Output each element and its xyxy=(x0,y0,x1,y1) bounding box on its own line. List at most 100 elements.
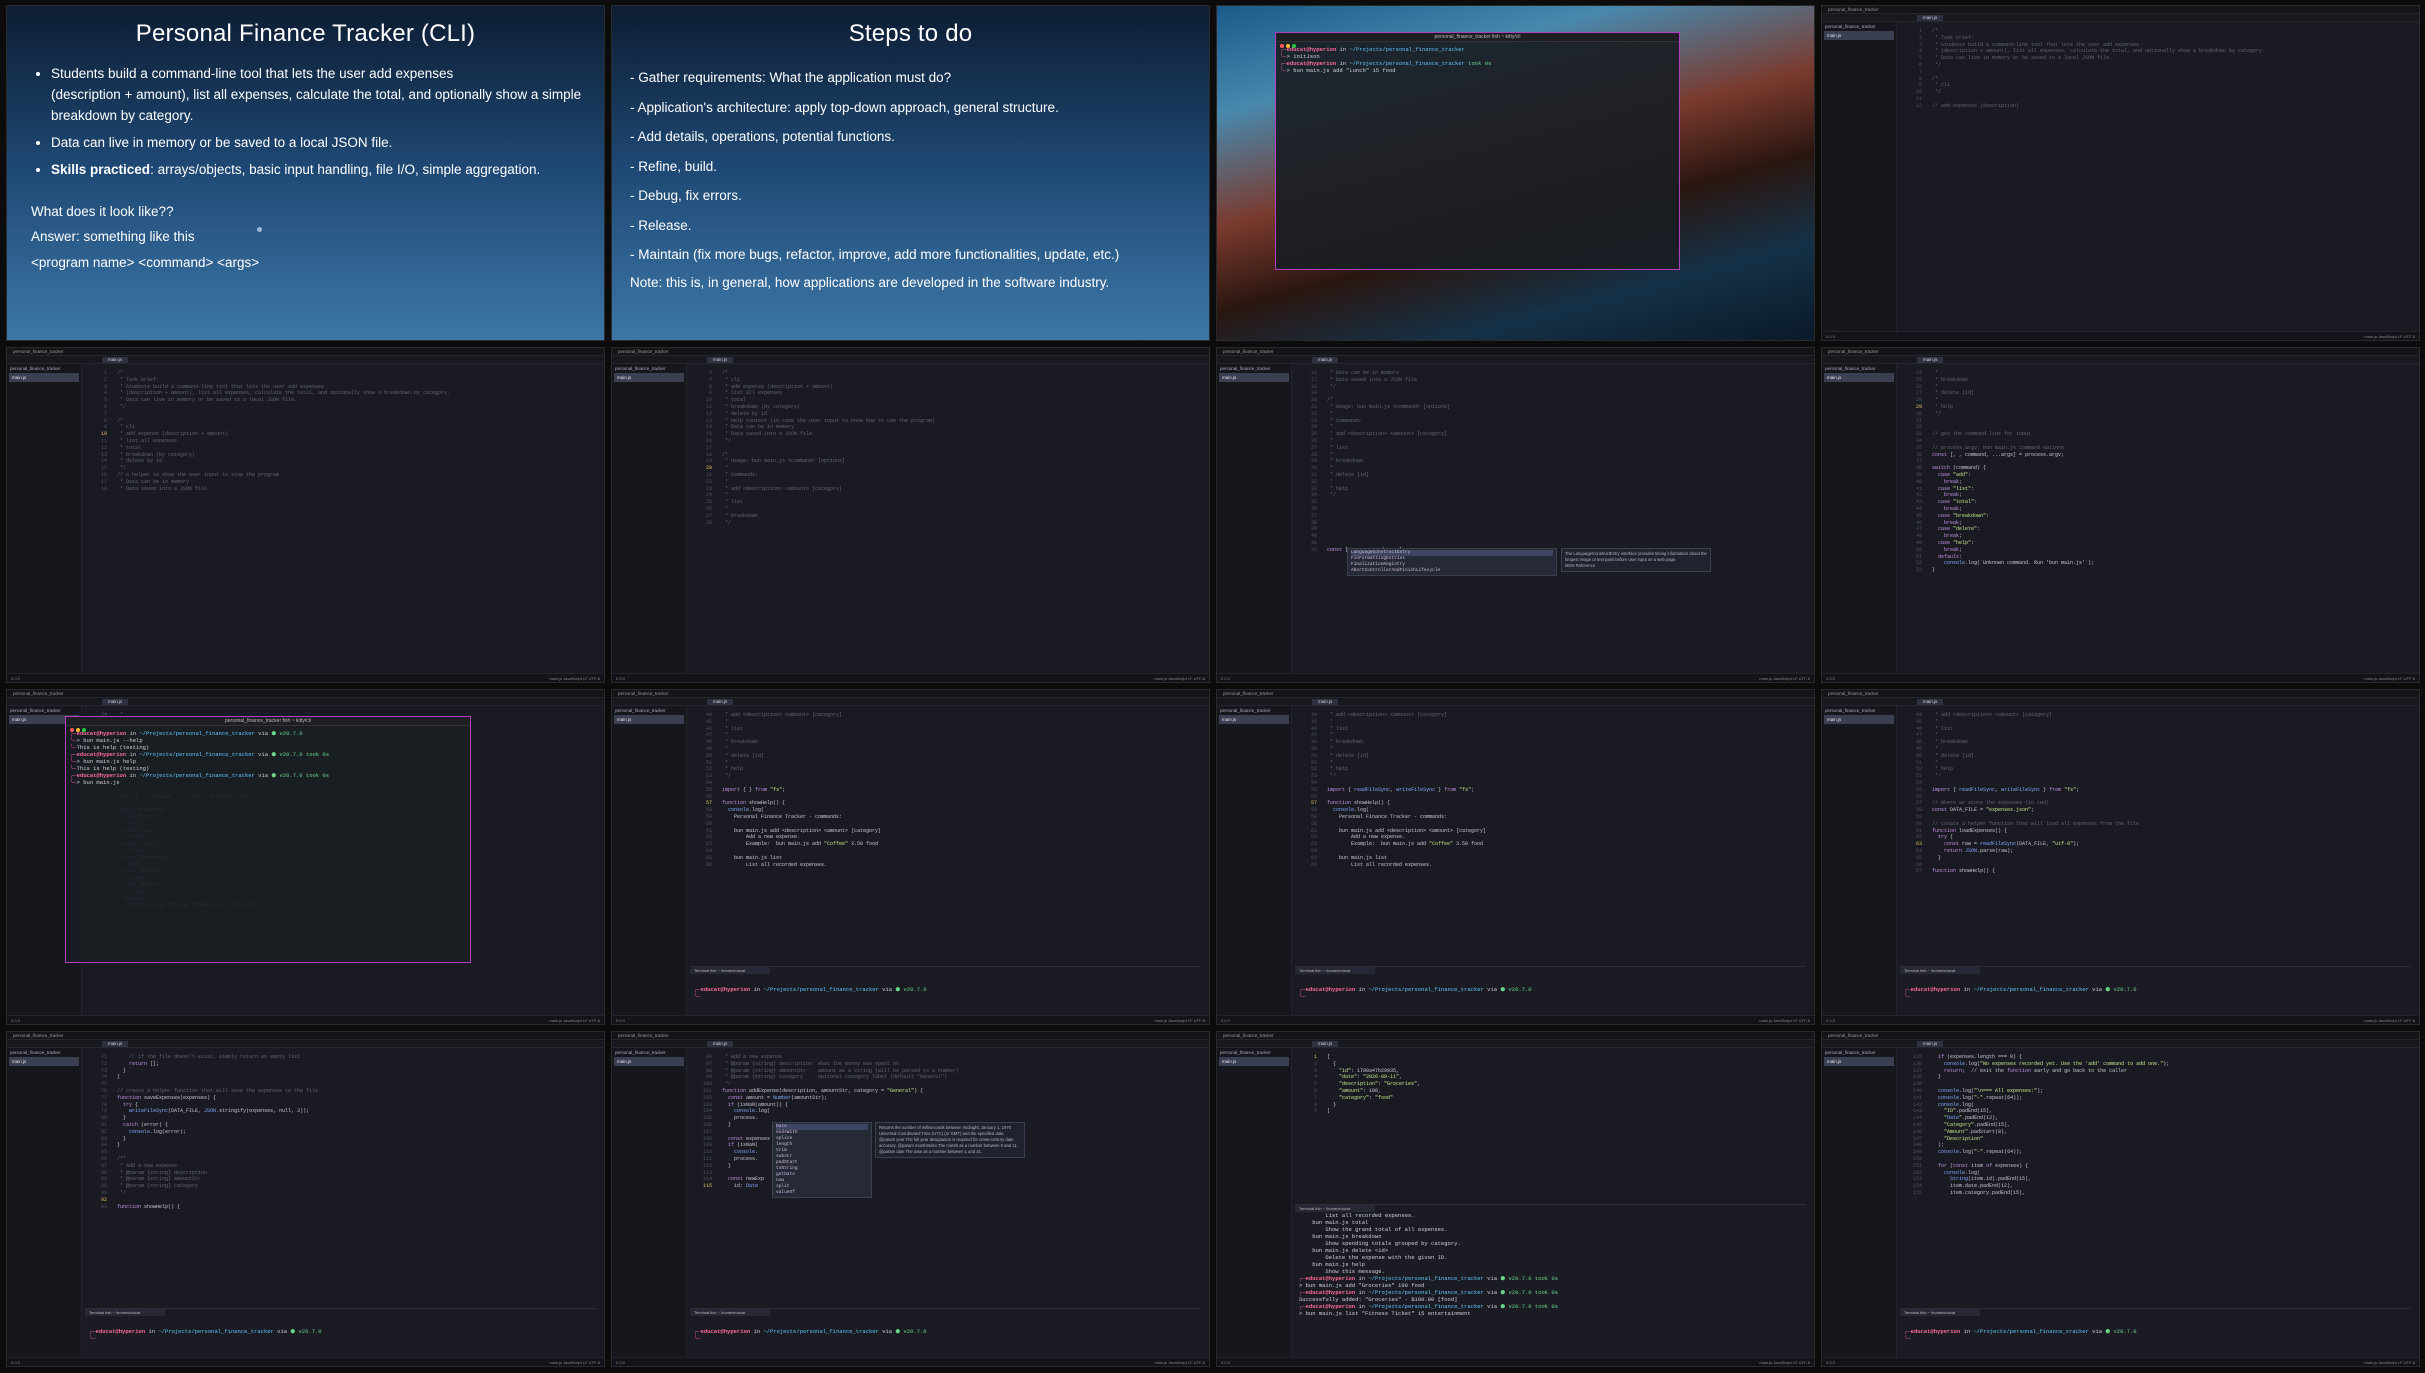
code-editor[interactable]: 96 * Add a new expense 97 * @param {stri… xyxy=(690,1054,1201,1304)
sidebar-file-main-js[interactable]: main.js xyxy=(1824,1057,1894,1066)
slide-question-block: What does it look like?? Answer: somethi… xyxy=(31,203,260,270)
sidebar-folder[interactable]: personal_finance_tracker xyxy=(1822,706,1896,715)
project-sidebar: personal_finance_tracker main.js xyxy=(7,1048,82,1357)
sidebar-file-main-js[interactable]: main.js xyxy=(614,715,684,724)
project-sidebar: personal_finance_tracker main.js xyxy=(612,706,687,1015)
slide-bullets: Students build a command-line tool that … xyxy=(51,64,588,181)
sidebar-folder[interactable]: personal_finance_tracker xyxy=(612,1048,686,1057)
close-icon[interactable] xyxy=(1280,44,1284,48)
sidebar-file-main-js[interactable]: main.js xyxy=(614,1057,684,1066)
maximize-icon[interactable] xyxy=(1292,44,1296,48)
code-editor[interactable]: 44 * add <description> <amount> [categor… xyxy=(1295,712,1806,962)
editor-statusbar: 0 0 0 main.js JavaScript LF UTF-8 xyxy=(1822,673,2419,682)
code-editor[interactable]: 135 if (expenses.length === 0) { 136 con… xyxy=(1900,1054,2411,1304)
tab-main-js[interactable]: main.js xyxy=(1917,15,1944,21)
code-editor[interactable]: 1/* 2 * Task brief: 3 * Students build a… xyxy=(85,370,596,670)
tab-main-js[interactable]: main.js xyxy=(102,357,129,363)
code-editor[interactable]: 44 * add <description> <amount> [categor… xyxy=(690,712,1201,962)
terminal-window[interactable]: personal_finance_tracker fish ~ kitty/cl… xyxy=(65,716,471,963)
terminal-line: List all recorded expenses. xyxy=(1299,1212,1415,1219)
code-editor[interactable]: 16 * Data can be in memory 17 * Data sav… xyxy=(1295,370,1806,670)
minimize-icon[interactable] xyxy=(76,728,80,732)
editor-snippet-9: personal_finance_tracker main.js personal_… xyxy=(6,1031,605,1367)
window-controls[interactable] xyxy=(70,719,88,737)
sidebar-folder[interactable]: personal_finance_tracker xyxy=(1822,1048,1896,1057)
sidebar-file-main-js[interactable]: main.js xyxy=(9,1057,79,1066)
sidebar-file-main-js[interactable]: main.js xyxy=(1219,715,1289,724)
editor-tabbar: main.js xyxy=(7,1040,604,1048)
sidebar-folder[interactable]: personal_finance_tracker xyxy=(612,364,686,373)
editor-statusbar: 0 0 0 main.js JavaScript LF UTF-8 xyxy=(1217,1357,1814,1366)
terminal-tab[interactable]: Terminal fish ~ /home/educat xyxy=(1295,1205,1375,1212)
terminal-tab[interactable]: Terminal fish ~ /home/educat xyxy=(690,1309,770,1316)
terminal-titlebar[interactable]: personal_finance_tracker fish ~ kitty/cl… xyxy=(1276,33,1679,48)
code-editor[interactable]: 1/* 2 * Task brief: 3 * Students build a… xyxy=(1900,28,2411,328)
autocomplete-item[interactable]: AbortControllerAndFinishLifecycle xyxy=(1351,568,1553,574)
tab-main-js[interactable]: main.js xyxy=(1917,699,1944,705)
sidebar-file-main-js[interactable]: main.js xyxy=(1824,715,1894,724)
code-editor[interactable]: 71 // if the file doesn't exist, simply … xyxy=(85,1054,596,1304)
sidebar-file-main-js[interactable]: main.js xyxy=(1824,31,1894,40)
sidebar-folder[interactable]: personal_finance_tracker xyxy=(7,364,81,373)
tab-main-js[interactable]: main.js xyxy=(1312,357,1339,363)
tab-main-js[interactable]: main.js xyxy=(707,357,734,363)
sidebar-file-main-js[interactable]: main.js xyxy=(1824,373,1894,382)
sidebar-folder[interactable]: personal_finance_tracker xyxy=(1822,364,1896,373)
code-editor[interactable]: 44 * add <description> <amount> [categor… xyxy=(1900,712,2411,962)
tab-main-js[interactable]: main.js xyxy=(707,1041,734,1047)
autocomplete-item[interactable]: valueOf xyxy=(776,1190,868,1196)
tab-main-js[interactable]: main.js xyxy=(707,699,734,705)
editor-snippet-3: personal_finance_tracker main.js personal_… xyxy=(611,347,1210,683)
screenshot-grid: Personal Finance Tracker (CLI) Students … xyxy=(0,0,2425,1373)
terminal-tab[interactable]: Terminal fish ~ /home/educat xyxy=(1295,967,1375,974)
minimize-icon[interactable] xyxy=(1286,44,1290,48)
close-icon[interactable] xyxy=(70,728,74,732)
tab-main-js[interactable]: main.js xyxy=(1312,699,1339,705)
sidebar-file-main-js[interactable]: main.js xyxy=(9,373,79,382)
sidebar-folder[interactable]: personal_finance_tracker xyxy=(7,706,81,715)
tab-main-js[interactable]: main.js xyxy=(102,1041,129,1047)
sidebar-folder[interactable]: personal_finance_tracker xyxy=(1217,364,1291,373)
terminal-line: ╰─ xyxy=(89,1335,96,1342)
integrated-terminal[interactable]: Terminal fish ~ /home/educat ╭─educat@hyp… xyxy=(85,1308,596,1354)
sidebar-file-main-js[interactable]: main.js xyxy=(1219,373,1289,382)
integrated-terminal[interactable]: Terminal fish ~ /home/educat ╭─educat@hyp… xyxy=(1900,1308,2411,1354)
sidebar-folder[interactable]: personal_finance_tracker xyxy=(612,706,686,715)
terminal-line: ╭─educat@hyperion in ~/Projects/personal… xyxy=(70,772,330,779)
integrated-terminal[interactable]: Terminal fish ~ /home/educat ╭─educat@hyp… xyxy=(1295,966,1806,1012)
code-editor[interactable]: 6/* 7 * cli 8 * add expense (description… xyxy=(690,370,1201,670)
integrated-terminal[interactable]: Terminal fish ~ /home/educat ╭─educat@hyp… xyxy=(690,1308,1201,1354)
sidebar-folder[interactable]: personal_finance_tracker xyxy=(1217,706,1291,715)
terminal-line: ╰─> bun main.js --help xyxy=(70,737,143,744)
terminal-line: ╭─educat@hyperion in ~/Projects/personal… xyxy=(1299,1303,1559,1310)
tab-main-js[interactable]: main.js xyxy=(1312,1041,1339,1047)
terminal-line: ╭─educat@hyperion in ~/Projects/personal… xyxy=(1299,1289,1559,1296)
terminal-line: ╰─> bun main.js add "Lunch" 15 food xyxy=(1280,67,1396,74)
editor-tabbar: main.js xyxy=(1822,14,2419,22)
window-controls[interactable] xyxy=(1280,35,1298,53)
terminal-tab[interactable]: Terminal fish ~ /home/educat xyxy=(1900,1309,1980,1316)
terminal-window[interactable]: personal_finance_tracker fish ~ kitty/cl… xyxy=(1275,32,1680,270)
sidebar-file-main-js[interactable]: main.js xyxy=(1219,1057,1289,1066)
integrated-terminal[interactable]: Terminal fish ~ /home/educat ╭─educat@hyp… xyxy=(1900,966,2411,1012)
terminal-line: ╰─This is help (testing) xyxy=(70,744,150,751)
tab-main-js[interactable]: main.js xyxy=(1917,357,1944,363)
autocomplete-popup[interactable]: Date endsWith splice length trim substr padSta… xyxy=(772,1122,872,1198)
sidebar-folder[interactable]: personal_finance_tracker xyxy=(1822,22,1896,31)
terminal-titlebar[interactable]: personal_finance_tracker fish ~ kitty/cl… xyxy=(66,717,470,732)
sidebar-folder[interactable]: personal_finance_tracker xyxy=(7,1048,81,1057)
terminal-tab[interactable]: Terminal fish ~ /home/educat xyxy=(85,1309,165,1316)
sidebar-folder[interactable]: personal_finance_tracker xyxy=(1217,1048,1291,1057)
terminal-line: bun main.js help xyxy=(1299,1261,1366,1268)
terminal-tab[interactable]: Terminal fish ~ /home/educat xyxy=(1900,967,1980,974)
maximize-icon[interactable] xyxy=(82,728,86,732)
autocomplete-popup[interactable]: LanguageConstructEntry FinFormattingEntri… xyxy=(1347,548,1557,576)
tab-main-js[interactable]: main.js xyxy=(102,699,129,705)
code-editor[interactable]: 24 * 25 * breakdown 26 * 27 * delete [id… xyxy=(1900,370,2411,670)
integrated-terminal[interactable]: Terminal fish ~ /home/educat ╭─educat@hyp… xyxy=(690,966,1201,1012)
integrated-terminal[interactable]: Terminal fish ~ /home/educat List all re… xyxy=(1295,1204,1806,1354)
terminal-tab[interactable]: Terminal fish ~ /home/educat xyxy=(690,967,770,974)
terminal-line: ╰─ xyxy=(1299,993,1306,1000)
sidebar-file-main-js[interactable]: main.js xyxy=(614,373,684,382)
tab-main-js[interactable]: main.js xyxy=(1917,1041,1944,1047)
